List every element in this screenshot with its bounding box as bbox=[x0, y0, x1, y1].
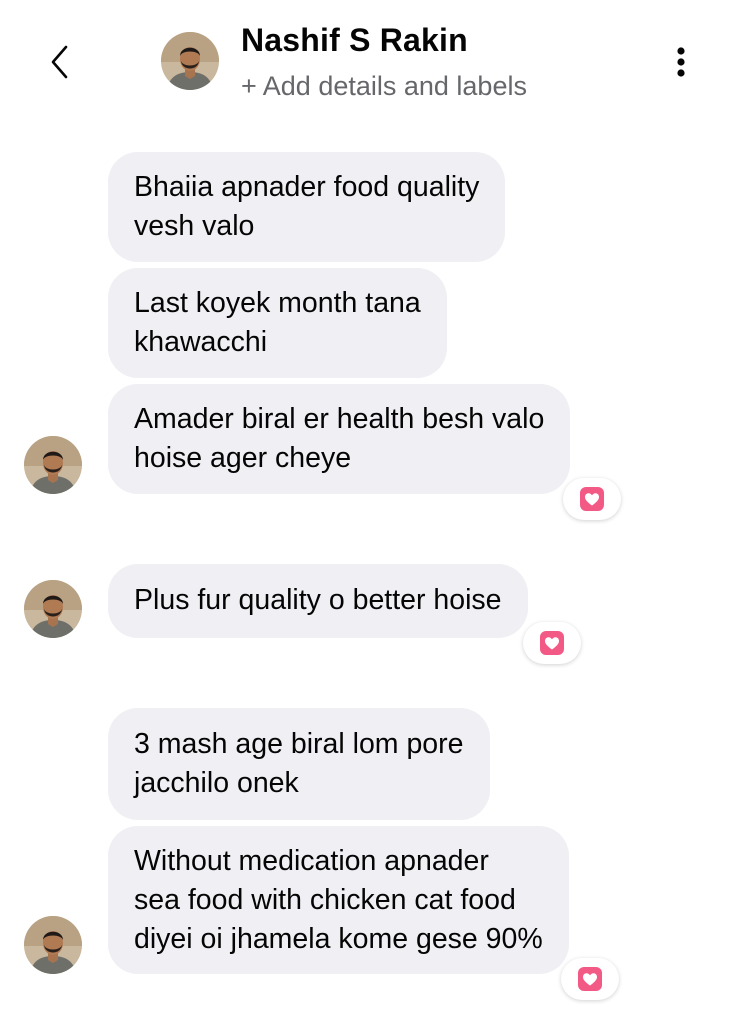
sender-avatar[interactable] bbox=[24, 916, 82, 974]
message-text-line: Amader biral er health besh valo bbox=[134, 403, 545, 435]
message-bubble[interactable]: Without medication apnader sea food with… bbox=[108, 826, 569, 974]
message-bubble[interactable]: 3 mash age biral lom pore jacchilo onek bbox=[108, 708, 490, 820]
more-vertical-icon bbox=[677, 47, 685, 77]
contact-avatar[interactable] bbox=[161, 32, 219, 90]
message-reaction[interactable] bbox=[561, 958, 619, 1000]
message-text-line: khawacchi bbox=[134, 326, 268, 358]
message-text-line: hoise ager cheye bbox=[134, 442, 352, 474]
message-text-line: Plus fur quality o better hoise bbox=[134, 584, 502, 616]
message-text-line: vesh valo bbox=[134, 210, 255, 242]
chevron-left-icon bbox=[51, 45, 68, 79]
more-options-button[interactable] bbox=[664, 42, 698, 82]
message-text-line: 3 mash age biral lom pore bbox=[134, 728, 464, 760]
sender-avatar[interactable] bbox=[24, 580, 82, 638]
conversation-header: Nashif S Rakin + Add details and labels bbox=[0, 0, 743, 120]
sender-avatar[interactable] bbox=[24, 436, 82, 494]
message-bubble[interactable]: Plus fur quality o better hoise bbox=[108, 564, 528, 638]
back-button[interactable] bbox=[40, 38, 80, 86]
message-text-line: Last koyek month tana bbox=[134, 287, 421, 319]
message-text-line: Bhaiia apnader food quality bbox=[134, 171, 480, 203]
message-text-line: sea food with chicken cat food bbox=[134, 884, 516, 916]
add-details-link[interactable]: + Add details and labels bbox=[241, 71, 527, 102]
message-reaction[interactable] bbox=[563, 478, 621, 520]
message-bubble[interactable]: Bhaiia apnader food quality vesh valo bbox=[108, 152, 506, 262]
message-bubble[interactable]: Last koyek month tana khawacchi bbox=[108, 268, 447, 378]
message-text-line: jacchilo onek bbox=[134, 767, 299, 799]
message-text-line: diyei oi jhamela kome gese 90% bbox=[134, 923, 543, 955]
message-bubble[interactable]: Amader biral er health besh valo hoise a… bbox=[108, 384, 571, 494]
message-text-line: Without medication apnader bbox=[134, 845, 489, 877]
heart-icon bbox=[578, 967, 602, 991]
heart-icon bbox=[580, 487, 604, 511]
heart-icon bbox=[540, 631, 564, 655]
contact-name[interactable]: Nashif S Rakin bbox=[241, 22, 468, 59]
message-reaction[interactable] bbox=[523, 622, 581, 664]
